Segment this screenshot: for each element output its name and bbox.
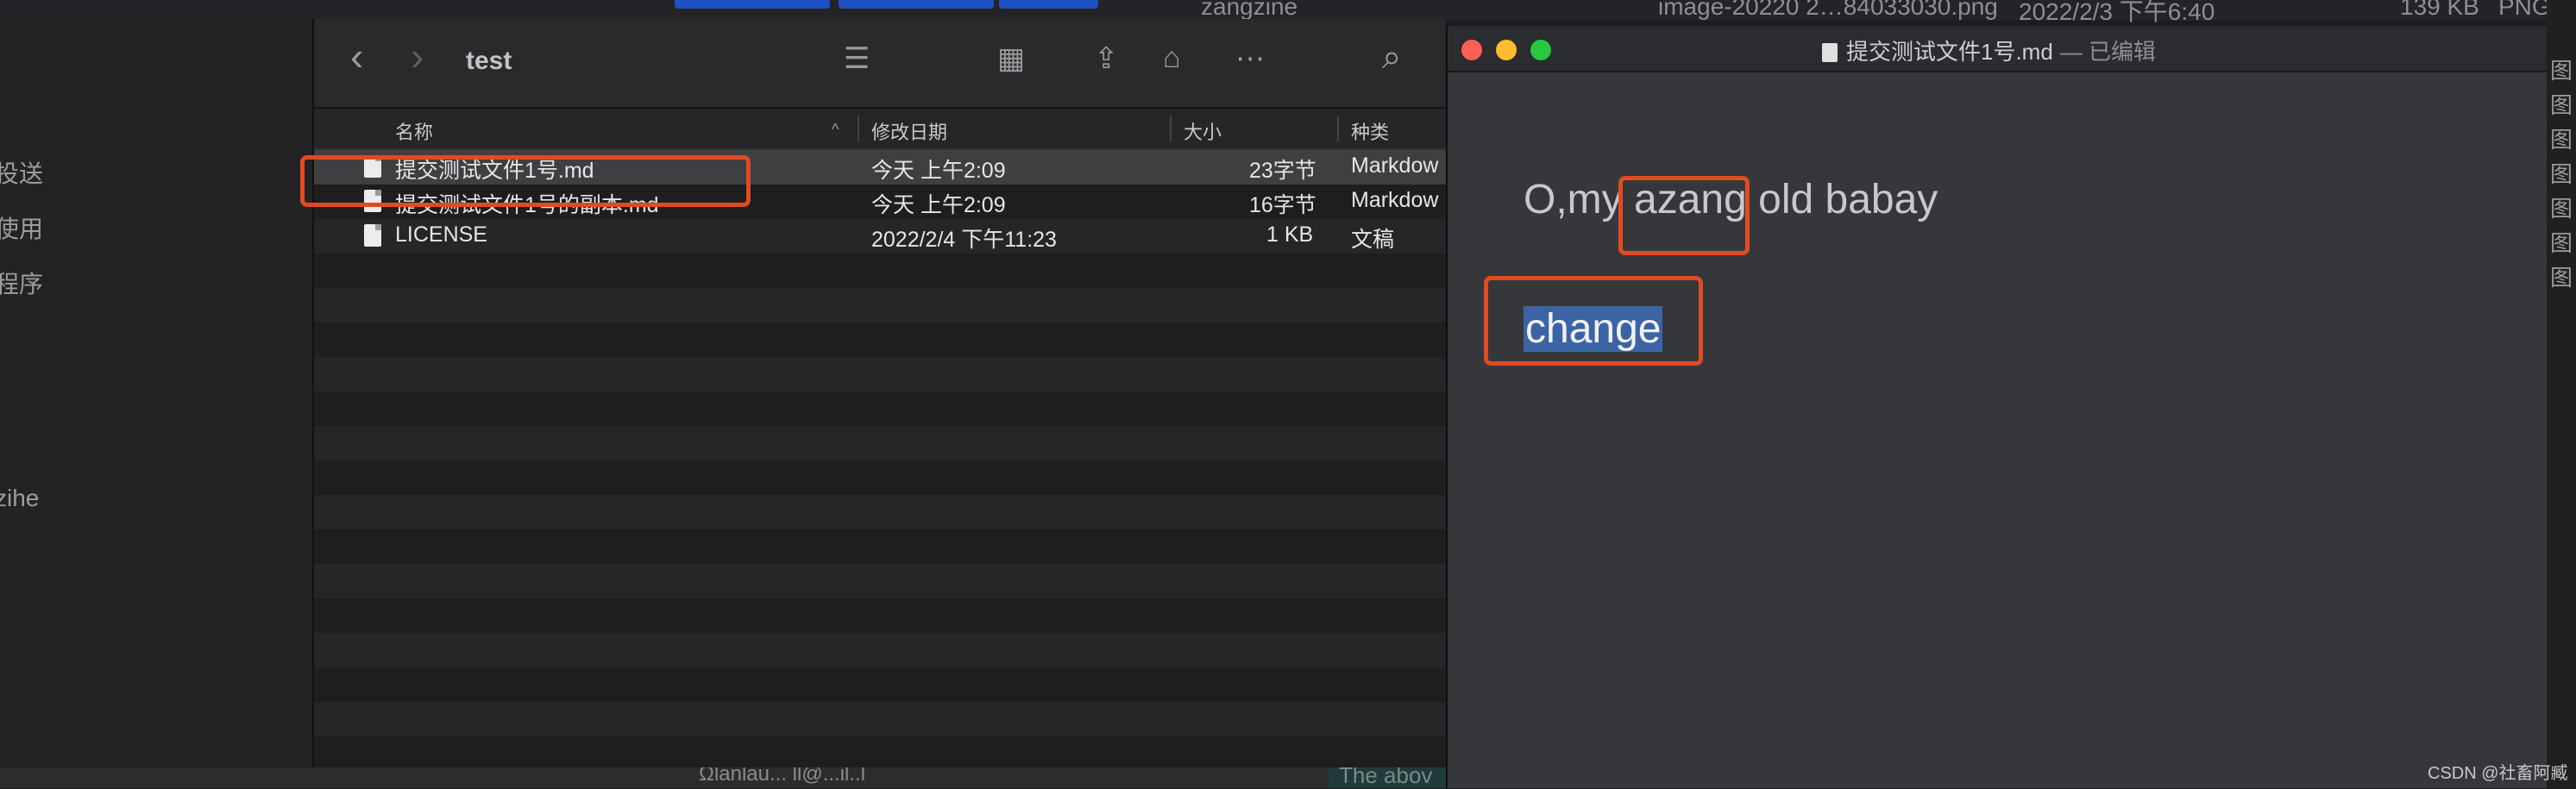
sidebar-item-applications[interactable]: 程序 xyxy=(0,266,43,300)
empty-row xyxy=(314,495,1446,529)
column-divider[interactable] xyxy=(1337,116,1339,141)
folder-title: test xyxy=(466,47,512,75)
file-modified: 今天 上午2:09 xyxy=(871,193,1006,217)
empty-row xyxy=(314,322,1446,357)
finder-sidebar: 投送 使用 程序 zihe xyxy=(0,19,314,767)
zoom-window-button[interactable] xyxy=(1530,40,1551,60)
text-prefix: O,my xyxy=(1524,177,1634,222)
empty-row xyxy=(314,598,1446,633)
empty-row xyxy=(314,564,1446,598)
column-header-bar: 名称 ^ 修改日期 大小 种类 xyxy=(314,109,1446,150)
background-blue-button xyxy=(999,0,1098,9)
tag-icon[interactable]: ⌂ xyxy=(1163,41,1181,75)
empty-row xyxy=(314,460,1446,495)
sort-arrow-icon[interactable]: ^ xyxy=(832,121,839,139)
empty-row xyxy=(314,667,1446,702)
editor-status: — 已编辑 xyxy=(2059,39,2157,65)
watermark: CSDN @社畜阿臧 xyxy=(2428,764,2568,783)
background-right-strip: 图 图 图 图 图 图 图 xyxy=(2547,0,2576,788)
background-list-glyph: 图 xyxy=(2550,58,2573,84)
empty-row xyxy=(314,702,1446,736)
empty-row xyxy=(314,357,1446,391)
background-file-date: 2022/2/3 下午6:40 xyxy=(2019,0,2215,25)
column-header-size[interactable]: 大小 xyxy=(1184,117,1222,145)
file-kind: 文稿 xyxy=(1351,228,1395,252)
background-file-name: image-20220 2…84033030.png xyxy=(1658,0,1998,20)
editor-titlebar: 提交测试文件1号.md — 已编辑 xyxy=(1448,26,2548,72)
minimize-window-button[interactable] xyxy=(1496,40,1517,60)
annotation-box-change xyxy=(1484,276,1703,366)
file-size: 1 KB xyxy=(1266,222,1314,247)
file-name: LICENSE xyxy=(395,222,487,247)
file-size: 23字节 xyxy=(1249,159,1316,183)
empty-row xyxy=(314,391,1446,426)
column-header-kind[interactable]: 种类 xyxy=(1351,117,1389,145)
document-icon xyxy=(1822,43,1838,62)
back-icon[interactable]: ‹ xyxy=(350,33,363,79)
desktop-top-strip: zangzine image-20220 2…84033030.png 2022… xyxy=(0,0,2576,25)
file-row[interactable]: LICENSE 2022/2/4 下午11:23 1 KB 文稿 xyxy=(314,219,1446,254)
finder-toolbar: ‹ › test ☰ ▦ ⇪ ⌂ ⋯ ⌕ xyxy=(314,19,1446,109)
column-divider[interactable] xyxy=(1170,116,1172,141)
background-list-glyph: 图 xyxy=(2550,196,2573,222)
column-divider[interactable] xyxy=(858,116,859,141)
sidebar-item-user[interactable]: zihe xyxy=(0,485,39,512)
file-modified: 今天 上午2:09 xyxy=(871,159,1006,183)
grid-view-icon[interactable]: ▦ xyxy=(997,41,1025,76)
annotation-box-file xyxy=(300,155,751,207)
text-suffix: old babay xyxy=(1746,177,1938,222)
background-list-glyph: 图 xyxy=(2550,265,2573,291)
editor-file-name: 提交测试文件1号.md xyxy=(1846,39,2053,65)
file-kind: Markdow xyxy=(1351,153,1439,178)
forward-icon[interactable]: › xyxy=(411,33,424,79)
file-list: 提交测试文件1号.md 今天 上午2:09 23字节 Markdow 提交测试文… xyxy=(314,150,1446,767)
background-blue-button xyxy=(675,0,830,9)
list-view-icon[interactable]: ☰ xyxy=(844,41,870,76)
background-list-glyph: 图 xyxy=(2550,92,2573,118)
more-actions-icon[interactable]: ⋯ xyxy=(1235,41,1265,76)
background-folder-name: zangzine xyxy=(1201,0,1298,20)
document-icon xyxy=(364,224,381,247)
close-window-button[interactable] xyxy=(1461,40,1482,60)
annotation-box-word xyxy=(1618,176,1750,255)
background-list-glyph: 图 xyxy=(2550,230,2573,256)
empty-row xyxy=(314,288,1446,322)
file-modified: 2022/2/4 下午11:23 xyxy=(871,228,1057,252)
empty-row xyxy=(314,529,1446,564)
column-header-modified[interactable]: 修改日期 xyxy=(871,117,947,145)
background-blue-button xyxy=(839,0,994,9)
search-icon[interactable]: ⌕ xyxy=(1382,38,1401,77)
empty-row xyxy=(314,254,1446,288)
empty-row xyxy=(314,736,1446,771)
editor-title: 提交测试文件1号.md — 已编辑 xyxy=(1822,34,2156,66)
empty-row xyxy=(314,426,1446,460)
background-list-glyph: 图 xyxy=(2550,127,2573,153)
background-file-size: 139 KB xyxy=(2400,0,2479,20)
editor-window: 提交测试文件1号.md — 已编辑 O,my azang old babay ch… xyxy=(1446,26,2548,788)
share-icon[interactable]: ⇪ xyxy=(1094,41,1119,76)
background-file-kind: PNG xyxy=(2498,0,2551,20)
background-list-glyph: 图 xyxy=(2550,161,2573,187)
empty-row xyxy=(314,633,1446,667)
sidebar-item-recents[interactable]: 使用 xyxy=(0,210,43,245)
file-kind: Markdow xyxy=(1351,188,1439,212)
sidebar-item-airdrop[interactable]: 投送 xyxy=(0,155,43,190)
column-header-name[interactable]: 名称 xyxy=(395,117,433,145)
file-size: 16字节 xyxy=(1249,193,1316,217)
finder-window: 投送 使用 程序 zihe ‹ › test ☰ ▦ ⇪ ⌂ ⋯ ⌕ 名称 ^ … xyxy=(0,19,1446,767)
